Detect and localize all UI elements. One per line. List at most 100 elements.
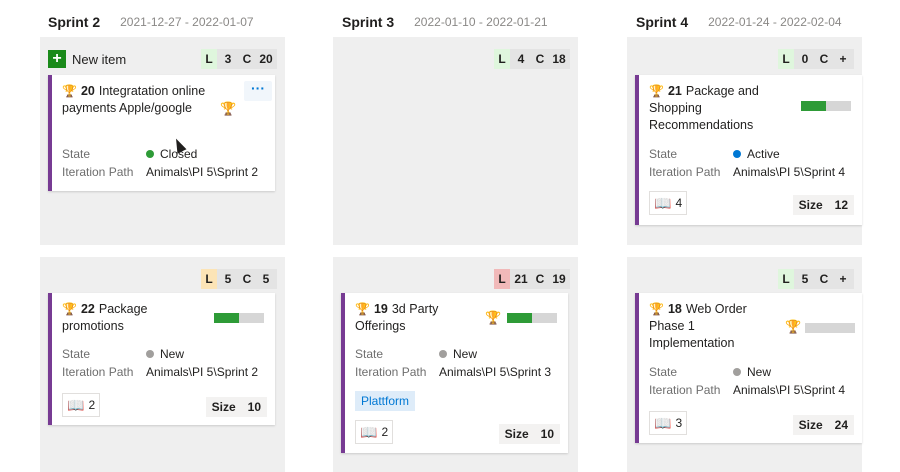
capacity-key: C	[532, 49, 548, 69]
state-dot	[439, 350, 447, 358]
trophy-gold-icon: 🏆	[485, 310, 502, 325]
iteration-label: Iteration Path	[62, 165, 134, 179]
capacity-add-button[interactable]: +	[832, 269, 854, 289]
capacity-key: C	[239, 49, 255, 69]
state-value: Active	[733, 147, 780, 161]
cell-sprint-2-row-1: + New item L 3 C 20 🏆 20 Integratation onl…	[40, 37, 285, 245]
column-dates: 2021-12-27 - 2022-01-07	[120, 15, 254, 29]
trophy-icon: 🏆	[62, 84, 77, 98]
load-value: 5	[794, 269, 816, 289]
load-capacity-chips: L 21 C 19	[494, 269, 570, 289]
tag-plattform[interactable]: Plattform	[355, 391, 416, 411]
capacity-add-button[interactable]: +	[832, 49, 854, 69]
load-key: L	[494, 269, 510, 289]
iteration-label: Iteration Path	[649, 165, 721, 179]
card-20[interactable]: 🏆 20 Integratation online payments Apple/g…	[48, 75, 275, 191]
trophy-icon: 🏆	[62, 302, 77, 316]
capacity-key: C	[239, 269, 255, 289]
cell-sprint-3-row-2: L 21 C 19 🏆 19 3d Party Offerings 🏆 State …	[333, 257, 578, 472]
state-dot	[733, 150, 741, 158]
linked-items[interactable]: 📖 3	[649, 411, 688, 435]
state-label: State	[62, 347, 91, 361]
progress-bar	[801, 101, 851, 111]
card-title-block: 🏆 18 Web Order Phase 1 Implementation	[649, 301, 774, 352]
card-title[interactable]: Package and Shopping Recommendations	[649, 84, 759, 132]
size-badge: Size 24	[792, 415, 854, 435]
card-id: 19	[373, 302, 388, 316]
progress-bar	[805, 323, 855, 333]
capacity-key: C	[816, 49, 832, 69]
iteration-value: Animals\PI 5\Sprint 2	[146, 365, 259, 379]
load-value: 3	[217, 49, 239, 69]
card-19[interactable]: 🏆 19 3d Party Offerings 🏆 State New Iterat…	[341, 293, 568, 453]
size-badge: Size 12	[792, 195, 854, 215]
card-title-block: 🏆 22 Package promotions	[62, 301, 202, 335]
load-value: 4	[510, 49, 532, 69]
state-dot	[146, 150, 154, 158]
capacity-value[interactable]: 5	[255, 269, 277, 289]
book-icon: 📖	[360, 423, 378, 440]
capacity-key: C	[532, 269, 548, 289]
column-dates: 2022-01-10 - 2022-01-21	[414, 15, 548, 29]
load-key: L	[201, 269, 217, 289]
card-21[interactable]: 🏆 21 Package and Shopping Recommendations …	[635, 75, 862, 225]
new-item-button[interactable]: + New item	[48, 47, 126, 71]
size-label: Size	[211, 400, 236, 414]
capacity-value[interactable]: 20	[255, 49, 277, 69]
column-header-sprint-3: Sprint 3 2022-01-10 - 2022-01-21	[342, 8, 580, 36]
load-value: 0	[794, 49, 816, 69]
size-value: 10	[247, 400, 261, 414]
card-18[interactable]: 🏆 18 Web Order Phase 1 Implementation 🏆 St…	[635, 293, 862, 443]
linked-items[interactable]: 📖 4	[649, 191, 688, 215]
card-id: 22	[80, 302, 95, 316]
progress-fill	[214, 313, 239, 323]
more-actions-button[interactable]: ···	[244, 81, 272, 101]
trophy-icon: 🏆	[649, 302, 664, 316]
linked-items[interactable]: 📖 2	[62, 393, 101, 417]
book-icon: 📖	[654, 194, 672, 211]
load-capacity-chips: L 0 C +	[778, 49, 854, 69]
state-label: State	[649, 365, 678, 379]
card-title-block: 🏆 20 Integratation online payments Apple/g…	[62, 83, 212, 117]
trophy-icon: 🏆	[355, 302, 370, 316]
state-label: State	[355, 347, 384, 361]
plus-icon: +	[48, 50, 66, 68]
linked-count: 2	[88, 398, 96, 412]
progress-fill	[507, 313, 532, 323]
load-capacity-chips: L 4 C 18	[494, 49, 570, 69]
linked-items[interactable]: 📖 2	[355, 420, 394, 444]
capacity-value[interactable]: 18	[548, 49, 570, 69]
state-value: New	[439, 347, 477, 361]
linked-count: 3	[675, 416, 683, 430]
load-capacity-chips: L 5 C +	[778, 269, 854, 289]
state-text: New	[160, 347, 185, 361]
card-id: 20	[80, 84, 95, 98]
card-id: 18	[667, 302, 682, 316]
new-item-label: New item	[72, 51, 127, 67]
state-value: Closed	[146, 147, 197, 161]
load-value: 21	[510, 269, 532, 289]
size-badge: Size 10	[205, 397, 267, 417]
cell-sprint-3-row-1: L 4 C 18	[333, 37, 578, 245]
book-icon: 📖	[67, 396, 85, 413]
state-text: New	[453, 347, 478, 361]
capacity-key: C	[816, 269, 832, 289]
card-22[interactable]: 🏆 22 Package promotions State New Iteratio…	[48, 293, 275, 425]
capacity-value[interactable]: 19	[548, 269, 570, 289]
load-key: L	[778, 269, 794, 289]
column-title: Sprint 2	[48, 14, 101, 30]
state-dot	[733, 368, 741, 376]
load-value: 5	[217, 269, 239, 289]
size-label: Size	[798, 198, 823, 212]
state-label: State	[649, 147, 678, 161]
column-title: Sprint 4	[636, 14, 689, 30]
iteration-label: Iteration Path	[649, 383, 721, 397]
state-label: State	[62, 147, 91, 161]
iteration-value: Animals\PI 5\Sprint 4	[733, 383, 846, 397]
load-key: L	[494, 49, 510, 69]
iteration-label: Iteration Path	[355, 365, 427, 379]
card-id: 21	[667, 84, 682, 98]
column-header-sprint-2: Sprint 2 2021-12-27 - 2022-01-07	[48, 8, 280, 36]
size-label: Size	[504, 427, 529, 441]
cell-sprint-4-row-2: L 5 C + 🏆 18 Web Order Phase 1 Implementat…	[627, 257, 862, 472]
